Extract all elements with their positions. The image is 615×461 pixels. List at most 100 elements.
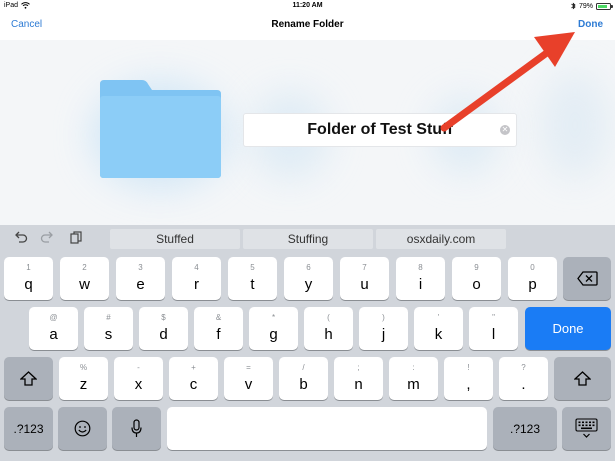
key-label: y bbox=[304, 276, 313, 293]
done-key-label: Done bbox=[552, 321, 584, 336]
suggestion-1[interactable]: Stuffed bbox=[110, 229, 240, 249]
key-hint: ( bbox=[327, 313, 330, 322]
key-q[interactable]: 1q bbox=[4, 257, 53, 300]
key-label: o bbox=[472, 276, 481, 293]
key-label: q bbox=[24, 276, 33, 293]
key-hint: 4 bbox=[194, 263, 199, 272]
key-hint: ) bbox=[382, 313, 385, 322]
key-hint: 7 bbox=[362, 263, 367, 272]
key-hint: - bbox=[137, 363, 140, 372]
key-g[interactable]: * g bbox=[249, 307, 298, 350]
key-label: u bbox=[360, 276, 369, 293]
key-hint: ' bbox=[437, 313, 440, 322]
key-o[interactable]: 9o bbox=[452, 257, 501, 300]
key-r[interactable]: 4r bbox=[172, 257, 221, 300]
key-hint: & bbox=[215, 313, 222, 322]
key-label: e bbox=[136, 276, 145, 293]
microphone-icon bbox=[131, 419, 142, 437]
numbers-key-label: .?123 bbox=[13, 421, 44, 436]
numbers-key-right[interactable]: .?123 bbox=[493, 407, 557, 450]
key-k[interactable]: ' k bbox=[414, 307, 463, 350]
key-j[interactable]: ) j bbox=[359, 307, 408, 350]
shift-icon bbox=[574, 371, 591, 386]
key-hint: 5 bbox=[250, 263, 255, 272]
key-l[interactable]: " l bbox=[469, 307, 518, 350]
key-hint: 1 bbox=[26, 263, 31, 272]
key-label: d bbox=[159, 326, 168, 343]
key-d[interactable]: $ d bbox=[139, 307, 188, 350]
key-label: x bbox=[134, 376, 143, 393]
key-hint: 3 bbox=[138, 263, 143, 272]
microphone-key[interactable] bbox=[112, 407, 161, 450]
key-label: s bbox=[104, 326, 113, 343]
key-label: i bbox=[418, 276, 423, 293]
key-s[interactable]: # s bbox=[84, 307, 133, 350]
shift-key-left[interactable] bbox=[4, 357, 53, 400]
suggestion-3[interactable]: osxdaily.com bbox=[376, 229, 506, 249]
keyboard: Stuffed Stuffing osxdaily.com 1q2w3e4r5t… bbox=[0, 225, 615, 461]
key-hint: # bbox=[106, 313, 111, 322]
undo-icon[interactable] bbox=[14, 230, 28, 247]
key-label: t bbox=[250, 276, 255, 293]
key-hint: = bbox=[246, 363, 251, 372]
key-u[interactable]: 7u bbox=[340, 257, 389, 300]
backspace-key[interactable] bbox=[563, 257, 611, 300]
key-a[interactable]: @ a bbox=[29, 307, 78, 350]
hide-keyboard-key[interactable] bbox=[562, 407, 611, 450]
key-hint: @ bbox=[49, 313, 58, 322]
key-hint: " bbox=[492, 313, 495, 322]
key-label: . bbox=[521, 376, 526, 393]
key-label: z bbox=[79, 376, 88, 393]
key-hint: ? bbox=[521, 363, 526, 372]
shortcut-bar: Stuffed Stuffing osxdaily.com bbox=[0, 225, 615, 252]
hide-keyboard-icon bbox=[575, 418, 598, 438]
key-t[interactable]: 5t bbox=[228, 257, 277, 300]
key-label: f bbox=[216, 326, 221, 343]
key-hint: 0 bbox=[530, 263, 535, 272]
key-hint: 8 bbox=[418, 263, 423, 272]
key-label: b bbox=[299, 376, 308, 393]
key-hint: 6 bbox=[306, 263, 311, 272]
key-y[interactable]: 6y bbox=[284, 257, 333, 300]
key-label: g bbox=[269, 326, 278, 343]
key-b[interactable]: / b bbox=[279, 357, 328, 400]
key-.[interactable]: ?. bbox=[499, 357, 548, 400]
key-label: w bbox=[79, 276, 90, 293]
key-label: m bbox=[407, 376, 420, 393]
key-hint: 9 bbox=[474, 263, 479, 272]
key-c[interactable]: + c bbox=[169, 357, 218, 400]
key-label: c bbox=[189, 376, 198, 393]
emoji-key[interactable] bbox=[58, 407, 107, 450]
key-i[interactable]: 8i bbox=[396, 257, 445, 300]
shift-key-right[interactable] bbox=[554, 357, 611, 400]
key-n[interactable]: ; n bbox=[334, 357, 383, 400]
key-label: a bbox=[49, 326, 58, 343]
key-label: h bbox=[324, 326, 333, 343]
key-z[interactable]: % z bbox=[59, 357, 108, 400]
key-hint: / bbox=[302, 363, 305, 372]
done-key[interactable]: Done bbox=[525, 307, 611, 350]
key-label: n bbox=[354, 376, 363, 393]
key-label: k bbox=[434, 326, 443, 343]
key-h[interactable]: (h bbox=[304, 307, 353, 350]
key-,[interactable]: !, bbox=[444, 357, 493, 400]
key-m[interactable]: :m bbox=[389, 357, 438, 400]
key-p[interactable]: 0p bbox=[508, 257, 557, 300]
key-x[interactable]: -x bbox=[114, 357, 163, 400]
shift-icon bbox=[20, 371, 37, 386]
key-e[interactable]: 3e bbox=[116, 257, 165, 300]
numbers-key-label: .?123 bbox=[509, 421, 541, 436]
key-label: l bbox=[491, 326, 496, 343]
key-f[interactable]: & f bbox=[194, 307, 243, 350]
space-key[interactable] bbox=[167, 407, 487, 450]
backspace-icon bbox=[577, 271, 598, 286]
key-hint: ! bbox=[467, 363, 470, 372]
suggestion-2[interactable]: Stuffing bbox=[243, 229, 373, 249]
numbers-key-left[interactable]: .?123 bbox=[4, 407, 53, 450]
redo-icon[interactable] bbox=[40, 230, 54, 247]
paste-icon[interactable] bbox=[69, 230, 83, 247]
key-w[interactable]: 2w bbox=[60, 257, 109, 300]
key-hint: : bbox=[412, 363, 415, 372]
key-hint: 2 bbox=[82, 263, 87, 272]
key-v[interactable]: = v bbox=[224, 357, 273, 400]
